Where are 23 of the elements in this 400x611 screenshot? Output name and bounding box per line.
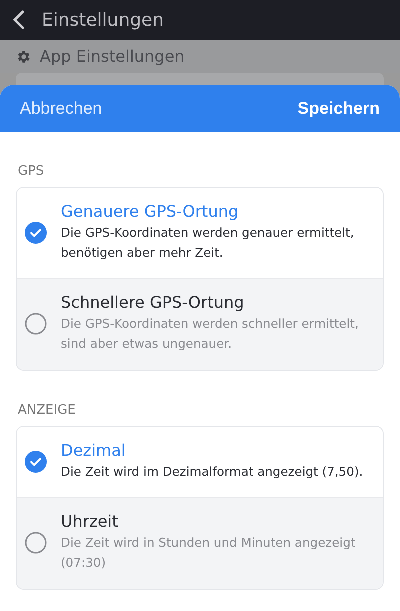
checked-radio-icon[interactable] [25, 450, 47, 473]
option-item[interactable]: Dezimal Die Zeit wird im Dezimalformat angezeigt (7,50). [17, 426, 383, 498]
option-item[interactable]: Schnellere GPS-Ortung Die GPS-Koordinaten werden schneller ermittelt, sind aber etwas ungenauer. [17, 278, 383, 370]
radio-button[interactable] [25, 313, 47, 336]
option-description: Die GPS-Koordinaten werden genauer ermittelt, benötigen aber mehr Zeit. [61, 225, 356, 262]
section-label: ANZEIGE [17, 402, 77, 420]
option-description: Die Zeit wird in Stunden und Minuten angezeigt (07:30) [61, 535, 357, 572]
checked-radio-icon[interactable] [25, 222, 47, 244]
option-title: Genauere GPS-Ortung [61, 202, 240, 221]
option-title: Uhrzeit [61, 512, 120, 532]
option-description: Die Zeit wird im Dezimalformat angezeigt (7,50). [61, 464, 364, 481]
option-title: Dezimal [61, 440, 127, 460]
option-description: Die GPS-Koordinaten werden schneller ermittelt, sind aber etwas ungenauer. [61, 316, 360, 354]
screen-title: Einstellungen [42, 10, 164, 30]
section-label: GPS [17, 163, 46, 181]
option-title: Schnellere GPS-Ortung [61, 293, 246, 312]
section-heading: App Einstellungen [40, 47, 185, 66]
save-button[interactable]: Speichern [298, 94, 380, 122]
option-item[interactable]: Genauere GPS-Ortung Die GPS-Koordinaten werden genauer ermittelt, benötigen aber mehr Zeit. [17, 188, 383, 278]
radio-button[interactable] [25, 532, 47, 554]
option-item[interactable]: Uhrzeit Die Zeit wird in Stunden und Minuten angezeigt (07:30) [17, 497, 383, 589]
back-icon[interactable] [12, 10, 26, 30]
gear-icon [16, 48, 32, 64]
